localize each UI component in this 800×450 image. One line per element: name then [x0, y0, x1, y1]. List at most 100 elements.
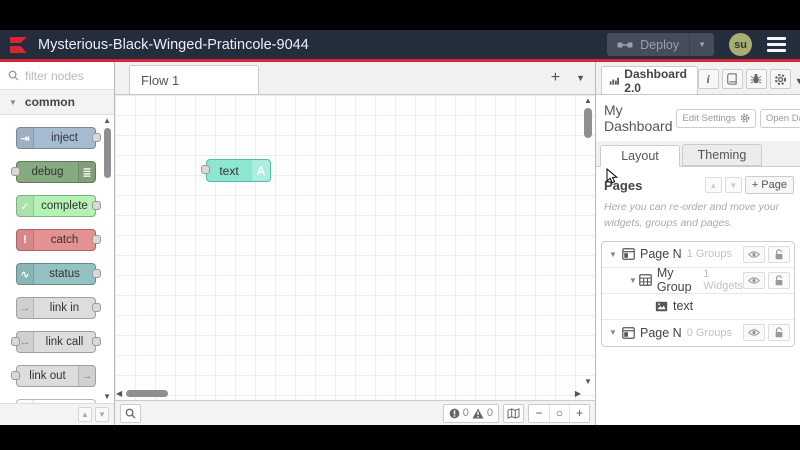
scroll-down-icon[interactable]: ▼ [584, 377, 592, 386]
scroll-up-icon[interactable]: ▲ [584, 96, 592, 105]
lock-button[interactable] [768, 271, 790, 289]
warning-count: 0 [486, 407, 493, 419]
notification-counts[interactable]: 0 0 [442, 403, 499, 423]
mouse-cursor [606, 167, 619, 189]
info-button[interactable]: i [697, 69, 719, 89]
palette-scroll-up-icon[interactable]: ▲ [103, 117, 111, 125]
palette-node-label: catch [50, 234, 79, 246]
tree-row-page-2[interactable]: ▼ Page N 0 Groups [602, 320, 794, 346]
search-icon [125, 408, 136, 419]
palette-node-catch[interactable]: ! catch [16, 229, 101, 251]
debug-messages-button[interactable] [745, 69, 767, 89]
canvas-horizontal-scrollbar[interactable]: ◀ ▶ [116, 387, 581, 399]
deploy-button[interactable]: Deploy ▼ [607, 33, 714, 56]
chevron-down-icon[interactable]: ▼ [609, 328, 622, 337]
add-flow-icon[interactable]: + [551, 69, 560, 87]
canvas-vertical-scrollbar[interactable]: ▲ ▼ [582, 96, 594, 386]
unlock-icon [775, 327, 783, 338]
palette-node-inject[interactable]: ⇥ inject [16, 127, 101, 149]
expand-categories-button[interactable]: ▼ [95, 407, 109, 422]
flow-canvas[interactable]: text A ▲ ▼ ◀ ▶ [115, 95, 595, 400]
scroll-left-icon[interactable]: ◀ [116, 389, 122, 398]
search-icon [8, 70, 19, 81]
link-in-icon: → [17, 298, 34, 318]
bar-chart-icon [609, 77, 619, 85]
tree-item-label: Page N [640, 325, 682, 340]
help-button[interactable] [721, 69, 743, 89]
flow-node-text[interactable]: text A [201, 159, 271, 182]
tree-item-label: Page N [640, 247, 682, 261]
move-page-down-button[interactable]: ▼ [724, 177, 742, 193]
palette-node-label: status [49, 268, 80, 280]
complete-icon: ✓ [17, 196, 34, 216]
flow-list-caret-icon[interactable]: ▼ [576, 73, 585, 83]
search-flows-button[interactable] [120, 403, 141, 423]
zoom-controls: − ○ + [528, 403, 590, 423]
palette-node-comment[interactable]: comment [16, 399, 96, 403]
flowfuse-logo[interactable] [0, 35, 38, 55]
open-dashboard-button[interactable]: Open Dashboard [759, 108, 800, 128]
output-port [92, 235, 101, 244]
warning-triangle-icon [472, 408, 484, 418]
palette-node-link-in[interactable]: → link in [16, 297, 101, 319]
visibility-button[interactable] [743, 324, 765, 341]
gear-icon [740, 113, 750, 123]
vertical-scroll-thumb[interactable] [584, 108, 592, 138]
chevron-down-icon[interactable]: ▼ [629, 276, 639, 285]
sidebar-tab-label: Dashboard 2.0 [624, 66, 687, 95]
chevron-down-icon[interactable]: ▼ [609, 250, 622, 259]
tab-layout[interactable]: Layout [600, 145, 680, 167]
tab-theming[interactable]: Theming [682, 144, 762, 166]
visibility-button[interactable] [743, 245, 765, 263]
output-port [92, 303, 101, 312]
palette-node-link-call[interactable]: ↔ link call [11, 331, 101, 353]
horizontal-scroll-thumb[interactable] [126, 389, 169, 397]
palette-node-label: complete [41, 200, 88, 212]
instance-title: Mysterious-Black-Winged-Pratincole-9044 [38, 36, 309, 53]
layout-tree: ▼ Page N 1 Groups ▼ My Group 1 Widgets t… [601, 240, 795, 347]
palette-node-list: ⇥ inject debug ≣ ✓ complete ! catch ∿ st… [0, 115, 114, 403]
palette-node-link-out[interactable]: link out → [11, 365, 96, 387]
flow-tab-actions: + ▼ [551, 62, 585, 94]
navigator-button[interactable] [503, 403, 524, 423]
palette-filter[interactable]: filter nodes [0, 62, 114, 90]
tree-row-page-1[interactable]: ▼ Page N 1 Groups [602, 242, 794, 268]
map-icon [507, 407, 520, 419]
text-widget-icon: A [251, 160, 270, 181]
config-nodes-button[interactable] [769, 69, 791, 89]
tree-row-my-group[interactable]: ▼ My Group 1 Widgets [602, 266, 794, 294]
lock-button[interactable] [768, 324, 790, 341]
palette-node-label: link out [29, 370, 66, 382]
palette-node-debug[interactable]: debug ≣ [11, 161, 96, 183]
link-out-icon: → [78, 366, 95, 386]
palette-node-status[interactable]: ∿ status [16, 263, 101, 285]
eye-icon [748, 276, 760, 284]
move-page-up-button[interactable]: ▲ [704, 177, 722, 193]
tree-row-text-widget[interactable]: text [602, 294, 794, 320]
tab-dashboard-2[interactable]: Dashboard 2.0 [601, 66, 698, 95]
deploy-options-caret[interactable]: ▼ [689, 33, 714, 56]
input-port[interactable] [201, 165, 210, 174]
palette-category-common[interactable]: ▼ common [0, 90, 114, 115]
zoom-out-button[interactable]: − [529, 405, 549, 422]
palette-scrollbar[interactable] [104, 128, 111, 178]
zoom-in-button[interactable]: + [569, 404, 589, 422]
palette-node-label: debug [31, 166, 64, 178]
add-page-button[interactable]: + Page [744, 176, 794, 194]
palette-scroll-down-icon[interactable]: ▼ [103, 393, 111, 401]
status-icon: ∿ [17, 264, 34, 284]
tab-flow-1[interactable]: Flow 1 [129, 65, 259, 94]
lock-button[interactable] [768, 245, 790, 263]
user-avatar[interactable]: su [729, 33, 752, 56]
collapse-categories-button[interactable]: ▲ [78, 407, 92, 422]
palette-node-label: comment [34, 400, 95, 403]
scroll-right-icon[interactable]: ▶ [575, 389, 581, 398]
edit-settings-button[interactable]: Edit Settings [676, 108, 756, 128]
sidebar-more-caret-icon[interactable]: ▼ [795, 76, 800, 94]
deploy-main[interactable]: Deploy [607, 33, 689, 56]
zoom-reset-button[interactable]: ○ [549, 404, 569, 422]
visibility-button[interactable] [743, 271, 765, 289]
main-menu-icon[interactable] [767, 37, 786, 52]
palette-node-complete[interactable]: ✓ complete [16, 195, 101, 217]
deploy-label: Deploy [640, 37, 680, 52]
